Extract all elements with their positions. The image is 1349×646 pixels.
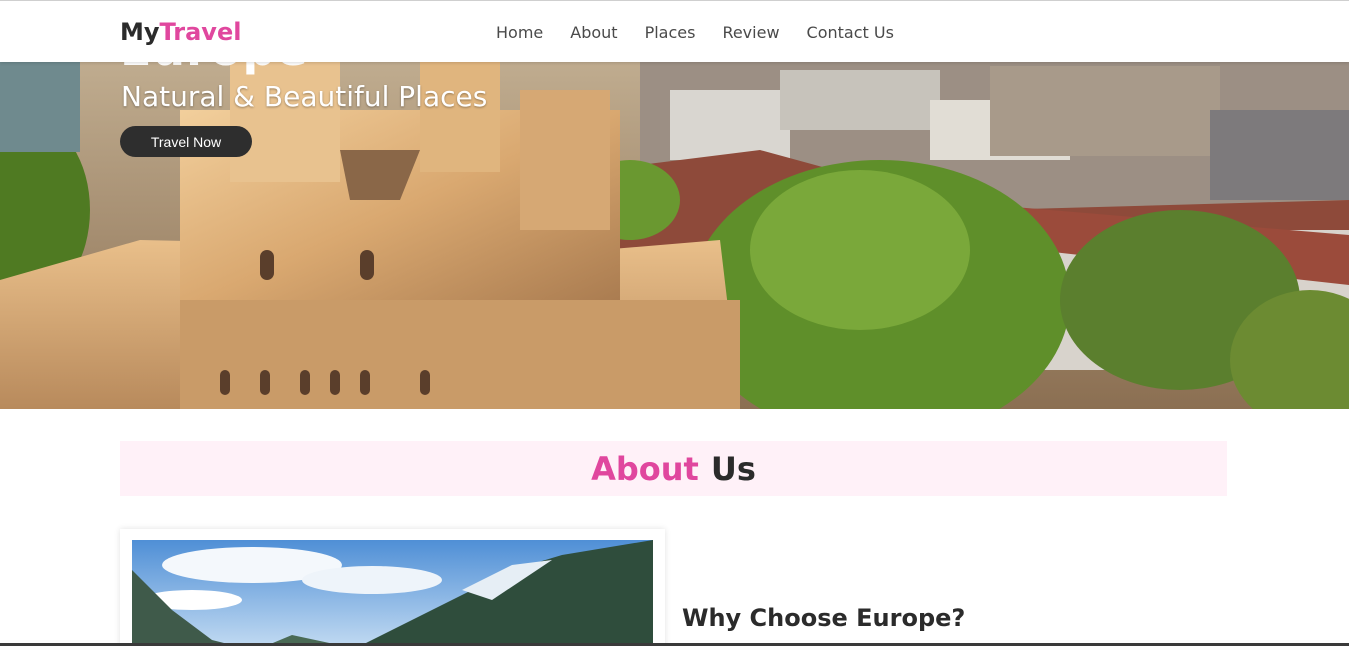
mountain-fjord-image (132, 540, 653, 646)
nav-places[interactable]: Places (645, 23, 696, 42)
travel-now-button[interactable]: Travel Now (120, 126, 252, 157)
logo-text-travel: Travel (159, 18, 242, 46)
about-heading: About Us (120, 441, 1227, 496)
about-heading-rest: Us (710, 449, 756, 488)
nav-about[interactable]: About (570, 23, 617, 42)
nav-contact-us[interactable]: Contact Us (807, 23, 894, 42)
logo-text-my: My (120, 18, 160, 46)
nav-review[interactable]: Review (722, 23, 779, 42)
why-choose-heading: Why Choose Europe? (682, 604, 966, 632)
navbar: MyTravel Home About Places Review Contac… (0, 0, 1349, 62)
about-heading-accent: About (591, 449, 699, 488)
site-logo[interactable]: MyTravel (120, 18, 241, 46)
hero-subtitle: Natural & Beautiful Places (121, 80, 488, 113)
main-nav: Home About Places Review Contact Us (496, 23, 921, 42)
about-image-card (120, 529, 665, 646)
nav-home[interactable]: Home (496, 23, 543, 42)
page: Europe Natural & Beautiful Places Travel… (0, 0, 1349, 646)
